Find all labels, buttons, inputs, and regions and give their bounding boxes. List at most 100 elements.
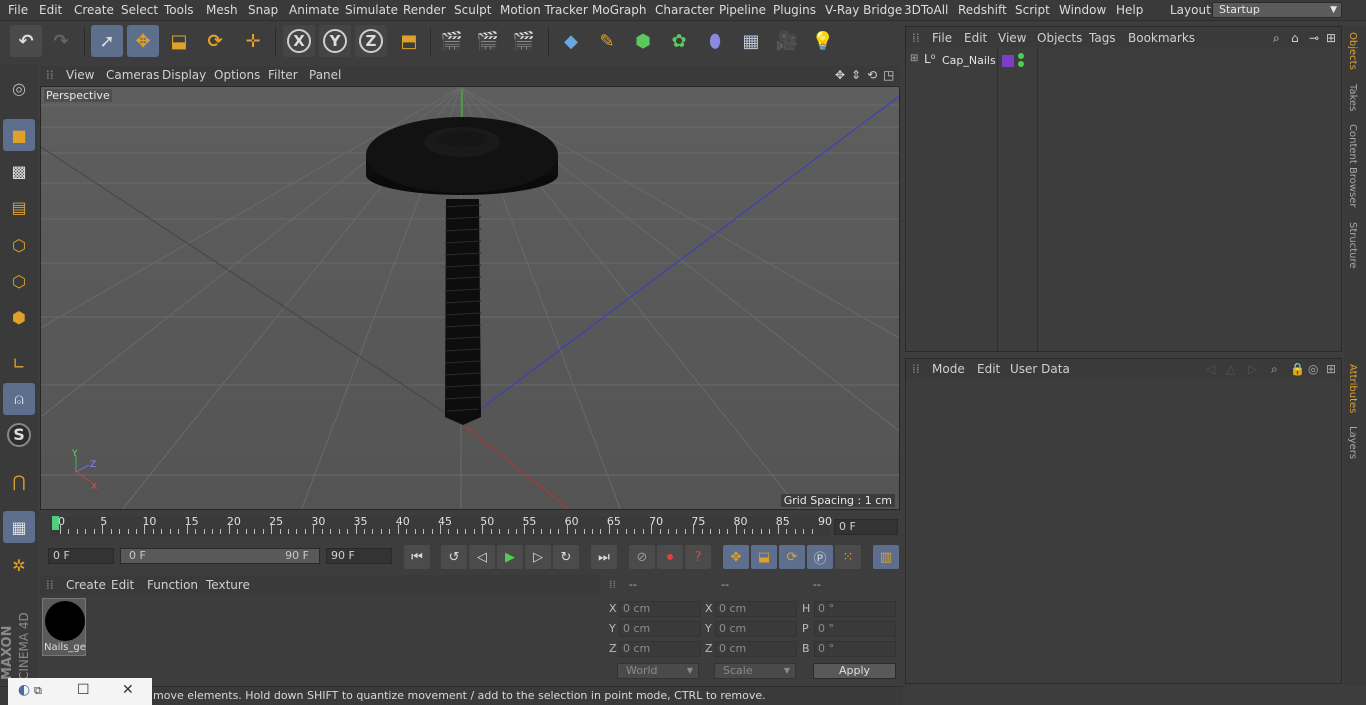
polygons-mode-button[interactable]: ⬢	[3, 301, 35, 333]
menu-snap[interactable]: Snap	[248, 3, 278, 17]
key-position-button[interactable]: ✥	[723, 545, 749, 569]
key-parameter-button[interactable]: Ⓟ	[807, 545, 833, 569]
deformer-button[interactable]: ⬮	[699, 25, 731, 57]
objects-menu-file[interactable]: File	[932, 31, 952, 45]
go-to-end-button[interactable]: ⏭	[591, 545, 617, 569]
snap-button[interactable]: ⋂	[3, 465, 35, 497]
menu-select[interactable]: Select	[121, 3, 158, 17]
attributes-menu-user-data[interactable]: User Data	[1010, 362, 1070, 376]
menu-help[interactable]: Help	[1116, 3, 1143, 17]
editor-visibility-dot[interactable]	[1018, 53, 1024, 59]
viewport-zoom-icon[interactable]: ⇕	[851, 68, 861, 82]
floor-button[interactable]: ▦	[735, 25, 767, 57]
material-menu-function[interactable]: Function	[147, 578, 198, 592]
size-y-field[interactable]: 0 cm	[715, 621, 797, 637]
y-axis-button[interactable]: Y	[319, 25, 351, 57]
previous-frame-button[interactable]: ◁	[469, 545, 495, 569]
rot-h-field[interactable]: 0 °	[814, 601, 896, 617]
menu-create[interactable]: Create	[74, 3, 114, 17]
x-axis-button[interactable]: X	[283, 25, 315, 57]
locked-workplane-button[interactable]: ✲	[3, 549, 35, 581]
go-to-start-button[interactable]: ⏮	[404, 545, 430, 569]
size-z-field[interactable]: 0 cm	[715, 641, 797, 657]
search-icon[interactable]: ⌕	[1273, 31, 1280, 46]
menu-pipeline[interactable]: Pipeline	[719, 3, 766, 17]
lock-icon[interactable]: 🔒	[1290, 362, 1305, 376]
link-icon[interactable]: ⊸	[1309, 31, 1319, 45]
timeline-window-button[interactable]: ▥	[873, 545, 899, 569]
coordinate-system-button[interactable]: ⬒	[393, 25, 425, 57]
size-mode-select[interactable]: Scale ▼	[714, 663, 796, 679]
play-button[interactable]: ▶	[497, 545, 523, 569]
record-keys-button[interactable]: ⊘	[629, 545, 655, 569]
menu-sculpt[interactable]: Sculpt	[454, 3, 491, 17]
frame-range-slider[interactable]: 0 F 90 F	[120, 548, 320, 564]
material-swatch[interactable]: Nails_ge	[42, 598, 86, 656]
menu-file[interactable]: File	[8, 3, 28, 17]
objects-menu-tags[interactable]: Tags	[1089, 31, 1116, 45]
rot-b-field[interactable]: 0 °	[814, 641, 896, 657]
perspective-viewport[interactable]: Y Z X Perspective Grid Spacing : 1 cm	[40, 86, 900, 510]
z-axis-button[interactable]: Z	[355, 25, 387, 57]
end-frame-field[interactable]: 90 F	[326, 548, 392, 564]
workplane-button[interactable]: ▤	[3, 191, 35, 223]
menu-tools[interactable]: Tools	[164, 3, 194, 17]
forward-arrow-icon[interactable]: ▷	[1248, 362, 1257, 376]
search-icon[interactable]: ⌕	[1271, 362, 1278, 377]
tab-content-browser[interactable]: Content Browser	[1347, 124, 1358, 207]
viewport-menu-filter[interactable]: Filter	[268, 68, 298, 82]
material-menu-texture[interactable]: Texture	[206, 578, 250, 592]
workplane-lock-button[interactable]: ▦	[3, 511, 35, 543]
up-arrow-icon[interactable]: △	[1226, 362, 1235, 376]
next-frame-button[interactable]: ▷	[525, 545, 551, 569]
current-frame-field[interactable]: 0 F	[834, 519, 898, 535]
transform-button[interactable]: ✛	[237, 25, 269, 57]
home-icon[interactable]: ⌂	[1291, 31, 1299, 45]
start-frame-field[interactable]: 0 F	[48, 548, 114, 564]
objects-menu-objects[interactable]: Objects	[1037, 31, 1082, 45]
cloner-button[interactable]: ✿	[663, 25, 695, 57]
subdivision-button[interactable]: ⬢	[627, 25, 659, 57]
points-mode-button[interactable]: ⬡	[3, 229, 35, 261]
close-icon[interactable]: ✕	[122, 682, 134, 698]
new-panel-icon[interactable]: ⊞	[1326, 362, 1336, 376]
light-button[interactable]: 💡	[807, 25, 839, 57]
menu-simulate[interactable]: Simulate	[345, 3, 398, 17]
menu-edit[interactable]: Edit	[39, 3, 62, 17]
menu-plugins[interactable]: Plugins	[773, 3, 816, 17]
tab-takes[interactable]: Takes	[1347, 84, 1358, 111]
autokey-button[interactable]: ⏺	[657, 545, 683, 569]
redo-button[interactable]: ↷	[45, 25, 77, 57]
timeline[interactable]: 0 5 10 15 20 25 30 35 40 45 50 55 60 65 70 75 80 85 90 0 F	[40, 512, 900, 542]
menu-render[interactable]: Render	[403, 3, 446, 17]
tab-structure[interactable]: Structure	[1347, 222, 1358, 269]
viewport-menu-options[interactable]: Options	[214, 68, 260, 82]
viewport-rotate-icon[interactable]: ⟲	[867, 68, 877, 82]
tab-attributes[interactable]: Attributes	[1347, 364, 1358, 413]
material-menu-create[interactable]: Create	[66, 578, 106, 592]
menu-redshift[interactable]: Redshift	[958, 3, 1007, 17]
make-editable-button[interactable]: ◎	[3, 72, 35, 104]
pos-z-field[interactable]: 0 cm	[619, 641, 701, 657]
restore-icon[interactable]: ⧉	[34, 684, 42, 698]
pen-button[interactable]: ✎	[591, 25, 623, 57]
scale-button[interactable]: ⬓	[163, 25, 195, 57]
menu-character[interactable]: Character	[655, 3, 714, 17]
object-row[interactable]: ⊞ L⁰ Cap_Nails	[906, 52, 1341, 70]
menu-animate[interactable]: Animate	[289, 3, 339, 17]
axis-mode-button[interactable]: ∟	[3, 347, 35, 379]
viewport-move-icon[interactable]: ✥	[835, 68, 845, 82]
tab-layers[interactable]: Layers	[1347, 426, 1358, 459]
render-picture-viewer-button[interactable]: 🎬	[472, 25, 504, 57]
objects-menu-view[interactable]: View	[998, 31, 1026, 45]
key-scale-button[interactable]: ⬓	[751, 545, 777, 569]
apply-button[interactable]: Apply	[813, 663, 896, 679]
rot-p-field[interactable]: 0 °	[814, 621, 896, 637]
maximize-icon[interactable]: ☐	[77, 682, 90, 698]
new-panel-icon[interactable]: ⊞	[1326, 31, 1336, 45]
texture-mode-button[interactable]: ▩	[3, 155, 35, 187]
previous-keyframe-button[interactable]: ↺	[441, 545, 467, 569]
model-mode-button[interactable]: ■	[3, 119, 35, 151]
edges-mode-button[interactable]: ⬡	[3, 265, 35, 297]
viewport-maximize-icon[interactable]: ◳	[883, 68, 894, 82]
